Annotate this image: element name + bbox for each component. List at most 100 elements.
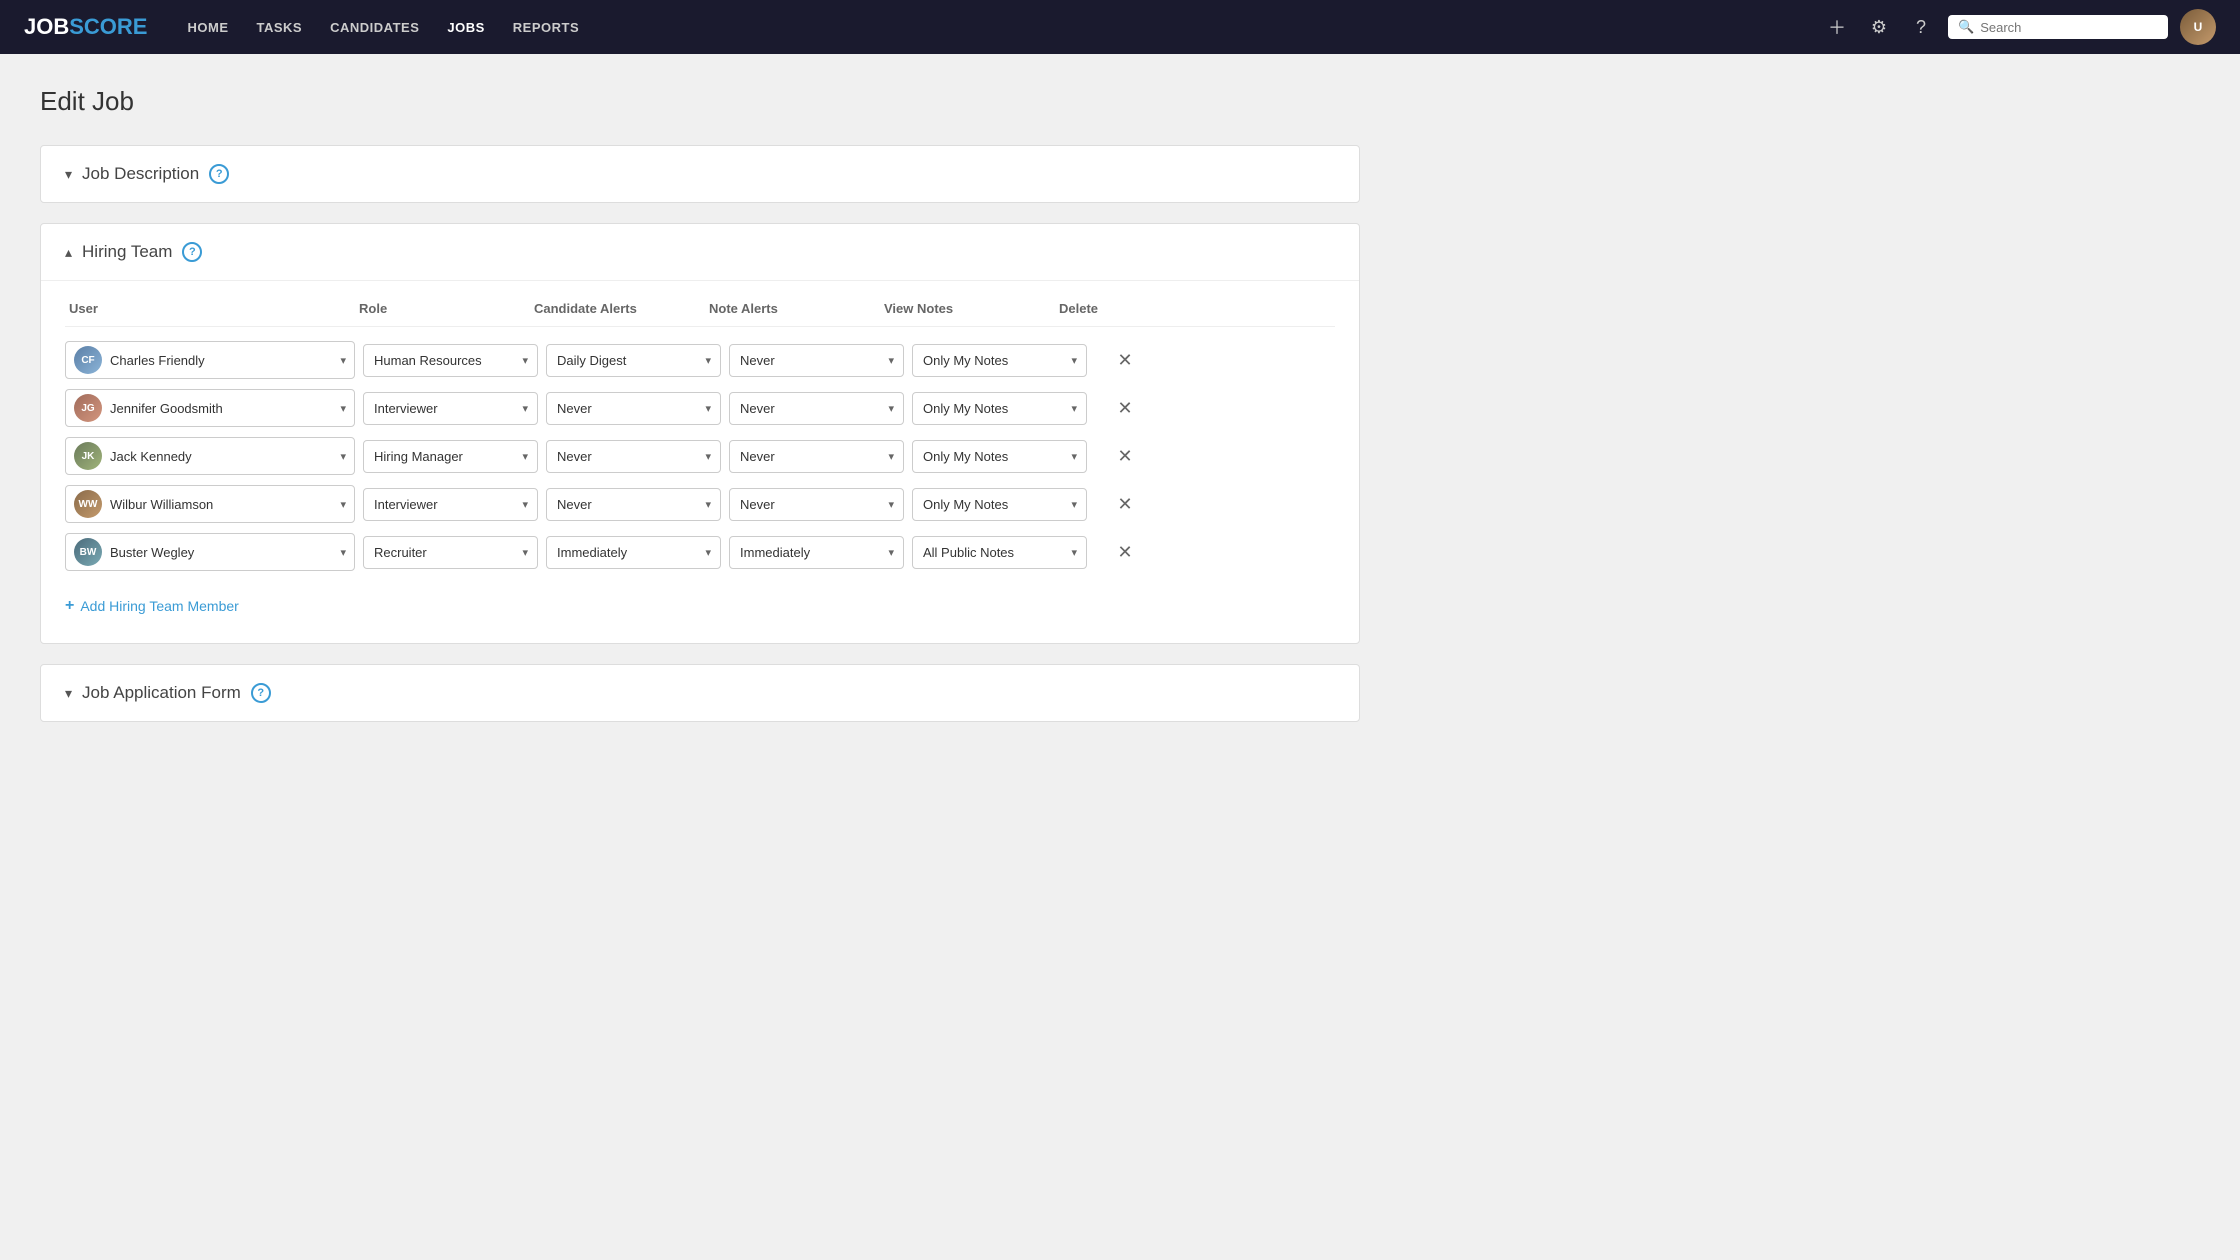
candidate-alerts-select-4[interactable]: NeverImmediatelyDaily DigestWeekly Diges… [546,536,721,569]
role-select-2[interactable]: Human ResourcesInterviewerHiring Manager… [363,440,538,473]
user-avatar-2: JK [74,442,102,470]
user-chevron-3: ▾ [340,498,346,511]
job-description-section: ▾ Job Description ? [40,145,1360,203]
note-alerts-select-3[interactable]: NeverImmediatelyDaily DigestWeekly Diges… [729,488,904,521]
note-alerts-select-2[interactable]: NeverImmediatelyDaily DigestWeekly Diges… [729,440,904,473]
hiring-team-body: User Role Candidate Alerts Note Alerts V… [41,281,1359,643]
job-application-form-section: ▾ Job Application Form ? [40,664,1360,722]
brand-logo[interactable]: JOBSCORE [24,14,148,40]
plus-icon: + [65,597,74,615]
hiring-team-title: Hiring Team [82,242,172,262]
view-notes-select-4[interactable]: Only My NotesAll Public NotesAll Notes [912,536,1087,569]
add-button[interactable]: ＋ [1822,12,1852,42]
user-avatar-0: CF [74,346,102,374]
delete-button-3[interactable]: ✕ [1095,490,1155,519]
candidate-alerts-select-1[interactable]: NeverImmediatelyDaily DigestWeekly Diges… [546,392,721,425]
delete-button-4[interactable]: ✕ [1095,538,1155,567]
job-description-chevron: ▾ [65,166,72,183]
delete-button-1[interactable]: ✕ [1095,394,1155,423]
search-input[interactable] [1980,20,2158,35]
view-notes-select-2-wrap: Only My NotesAll Public NotesAll Notes▾ [912,440,1087,473]
candidate-alerts-select-2[interactable]: NeverImmediatelyDaily DigestWeekly Diges… [546,440,721,473]
note-alerts-select-4[interactable]: NeverImmediatelyDaily DigestWeekly Diges… [729,536,904,569]
job-description-header[interactable]: ▾ Job Description ? [41,146,1359,202]
table-header: User Role Candidate Alerts Note Alerts V… [65,301,1335,327]
role-select-1[interactable]: Human ResourcesInterviewerHiring Manager… [363,392,538,425]
close-icon: ✕ [1117,446,1132,467]
note-alerts-select-2-wrap: NeverImmediatelyDaily DigestWeekly Diges… [729,440,904,473]
user-cell-4[interactable]: BW Buster Wegley ▾ [65,533,355,571]
table-row: JG Jennifer Goodsmith ▾ Human ResourcesI… [65,389,1335,427]
brand-score: SCORE [69,14,147,40]
view-notes-select-4-wrap: Only My NotesAll Public NotesAll Notes▾ [912,536,1087,569]
job-application-form-chevron: ▾ [65,685,72,702]
user-avatar[interactable]: U [2180,9,2216,45]
note-alerts-select-1-wrap: NeverImmediatelyDaily DigestWeekly Diges… [729,392,904,425]
nav-links: HOMETASKSCANDIDATESJOBSREPORTS [176,14,1823,41]
candidate-alerts-select-3-wrap: NeverImmediatelyDaily DigestWeekly Diges… [546,488,721,521]
add-hiring-team-member-link[interactable]: + Add Hiring Team Member [65,597,239,615]
hiring-team-help-icon[interactable]: ? [182,242,202,262]
user-chevron-4: ▾ [340,546,346,559]
search-box: 🔍 [1948,15,2168,39]
user-chevron-2: ▾ [340,450,346,463]
brand-job: JOB [24,14,69,40]
role-select-0-wrap: Human ResourcesInterviewerHiring Manager… [363,344,538,377]
note-alerts-select-0[interactable]: NeverImmediatelyDaily DigestWeekly Diges… [729,344,904,377]
close-icon: ✕ [1117,494,1132,515]
candidate-alerts-select-0[interactable]: NeverImmediatelyDaily DigestWeekly Diges… [546,344,721,377]
delete-button-0[interactable]: ✕ [1095,346,1155,375]
job-description-help-icon[interactable]: ? [209,164,229,184]
view-notes-select-0[interactable]: Only My NotesAll Public NotesAll Notes [912,344,1087,377]
table-row: JK Jack Kennedy ▾ Human ResourcesIntervi… [65,437,1335,475]
user-cell-1[interactable]: JG Jennifer Goodsmith ▾ [65,389,355,427]
user-avatar-3: WW [74,490,102,518]
user-avatar-4: BW [74,538,102,566]
nav-link-tasks[interactable]: TASKS [245,14,315,41]
user-name-4: Buster Wegley [110,545,332,560]
view-notes-select-1[interactable]: Only My NotesAll Public NotesAll Notes [912,392,1087,425]
user-name-2: Jack Kennedy [110,449,332,464]
role-select-3[interactable]: Human ResourcesInterviewerHiring Manager… [363,488,538,521]
view-notes-select-3[interactable]: Only My NotesAll Public NotesAll Notes [912,488,1087,521]
job-application-form-help-icon[interactable]: ? [251,683,271,703]
page-content: Edit Job ▾ Job Description ? ▴ Hiring Te… [0,54,1400,774]
user-cell-2[interactable]: JK Jack Kennedy ▾ [65,437,355,475]
table-row: CF Charles Friendly ▾ Human ResourcesInt… [65,341,1335,379]
role-select-4[interactable]: Human ResourcesInterviewerHiring Manager… [363,536,538,569]
user-cell-3[interactable]: WW Wilbur Williamson ▾ [65,485,355,523]
user-avatar-1: JG [74,394,102,422]
role-select-2-wrap: Human ResourcesInterviewerHiring Manager… [363,440,538,473]
nav-link-candidates[interactable]: CANDIDATES [318,14,431,41]
navbar: JOBSCORE HOMETASKSCANDIDATESJOBSREPORTS … [0,0,2240,54]
candidate-alerts-select-3[interactable]: NeverImmediatelyDaily DigestWeekly Diges… [546,488,721,521]
role-select-1-wrap: Human ResourcesInterviewerHiring Manager… [363,392,538,425]
close-icon: ✕ [1117,350,1132,371]
view-notes-select-0-wrap: Only My NotesAll Public NotesAll Notes▾ [912,344,1087,377]
note-alerts-select-4-wrap: NeverImmediatelyDaily DigestWeekly Diges… [729,536,904,569]
role-select-0[interactable]: Human ResourcesInterviewerHiring Manager… [363,344,538,377]
col-note-alerts: Note Alerts [705,301,880,316]
delete-button-2[interactable]: ✕ [1095,442,1155,471]
settings-button[interactable]: ⚙ [1864,12,1894,42]
candidate-alerts-select-1-wrap: NeverImmediatelyDaily DigestWeekly Diges… [546,392,721,425]
user-cell-0[interactable]: CF Charles Friendly ▾ [65,341,355,379]
col-candidate-alerts: Candidate Alerts [530,301,705,316]
candidate-alerts-select-2-wrap: NeverImmediatelyDaily DigestWeekly Diges… [546,440,721,473]
nav-link-jobs[interactable]: JOBS [435,14,496,41]
close-icon: ✕ [1117,398,1132,419]
help-button[interactable]: ? [1906,12,1936,42]
col-role: Role [355,301,530,316]
job-application-form-header[interactable]: ▾ Job Application Form ? [41,665,1359,721]
search-icon: 🔍 [1958,19,1974,35]
col-view-notes: View Notes [880,301,1055,316]
note-alerts-select-3-wrap: NeverImmediatelyDaily DigestWeekly Diges… [729,488,904,521]
view-notes-select-2[interactable]: Only My NotesAll Public NotesAll Notes [912,440,1087,473]
nav-link-reports[interactable]: REPORTS [501,14,591,41]
nav-link-home[interactable]: HOME [176,14,241,41]
hiring-team-section: ▴ Hiring Team ? User Role Candidate Aler… [40,223,1360,644]
note-alerts-select-1[interactable]: NeverImmediatelyDaily DigestWeekly Diges… [729,392,904,425]
hiring-team-header[interactable]: ▴ Hiring Team ? [41,224,1359,281]
user-name-1: Jennifer Goodsmith [110,401,332,416]
note-alerts-select-0-wrap: NeverImmediatelyDaily DigestWeekly Diges… [729,344,904,377]
